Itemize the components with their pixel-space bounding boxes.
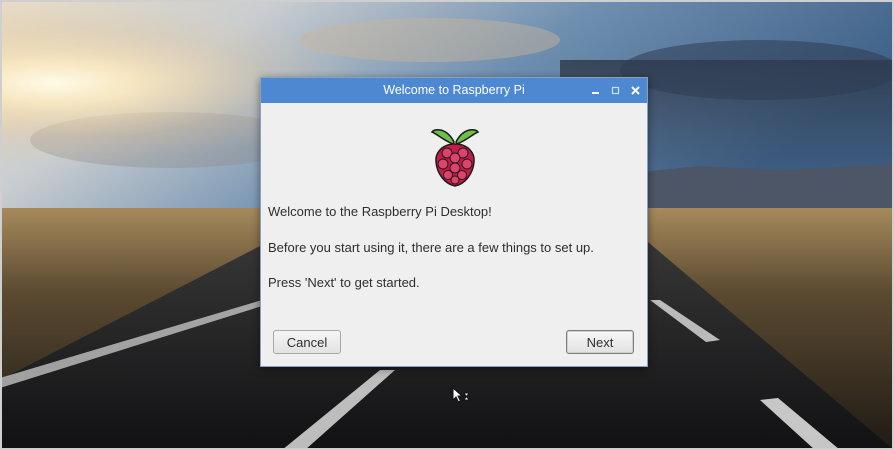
minimize-icon[interactable] [590, 85, 601, 96]
dialog-titlebar[interactable]: Welcome to Raspberry Pi [261, 78, 647, 103]
maximize-icon[interactable] [610, 85, 621, 96]
next-button[interactable]: Next [566, 330, 634, 354]
pointer-busy-cursor-icon [452, 387, 470, 403]
close-icon[interactable] [630, 85, 641, 96]
desktop: Welcome to Raspberry Pi Welcome to the R… [0, 0, 894, 450]
welcome-heading: Welcome to the Raspberry Pi Desktop! [268, 204, 492, 219]
welcome-dialog: Welcome to Raspberry Pi Welcome to the R… [260, 77, 648, 367]
get-started-hint: Press 'Next' to get started. [268, 275, 420, 290]
cancel-button[interactable]: Cancel [273, 330, 341, 354]
raspberry-pi-logo-icon [430, 128, 480, 187]
window-controls [590, 78, 641, 103]
setup-instruction: Before you start using it, there are a f… [268, 240, 594, 255]
